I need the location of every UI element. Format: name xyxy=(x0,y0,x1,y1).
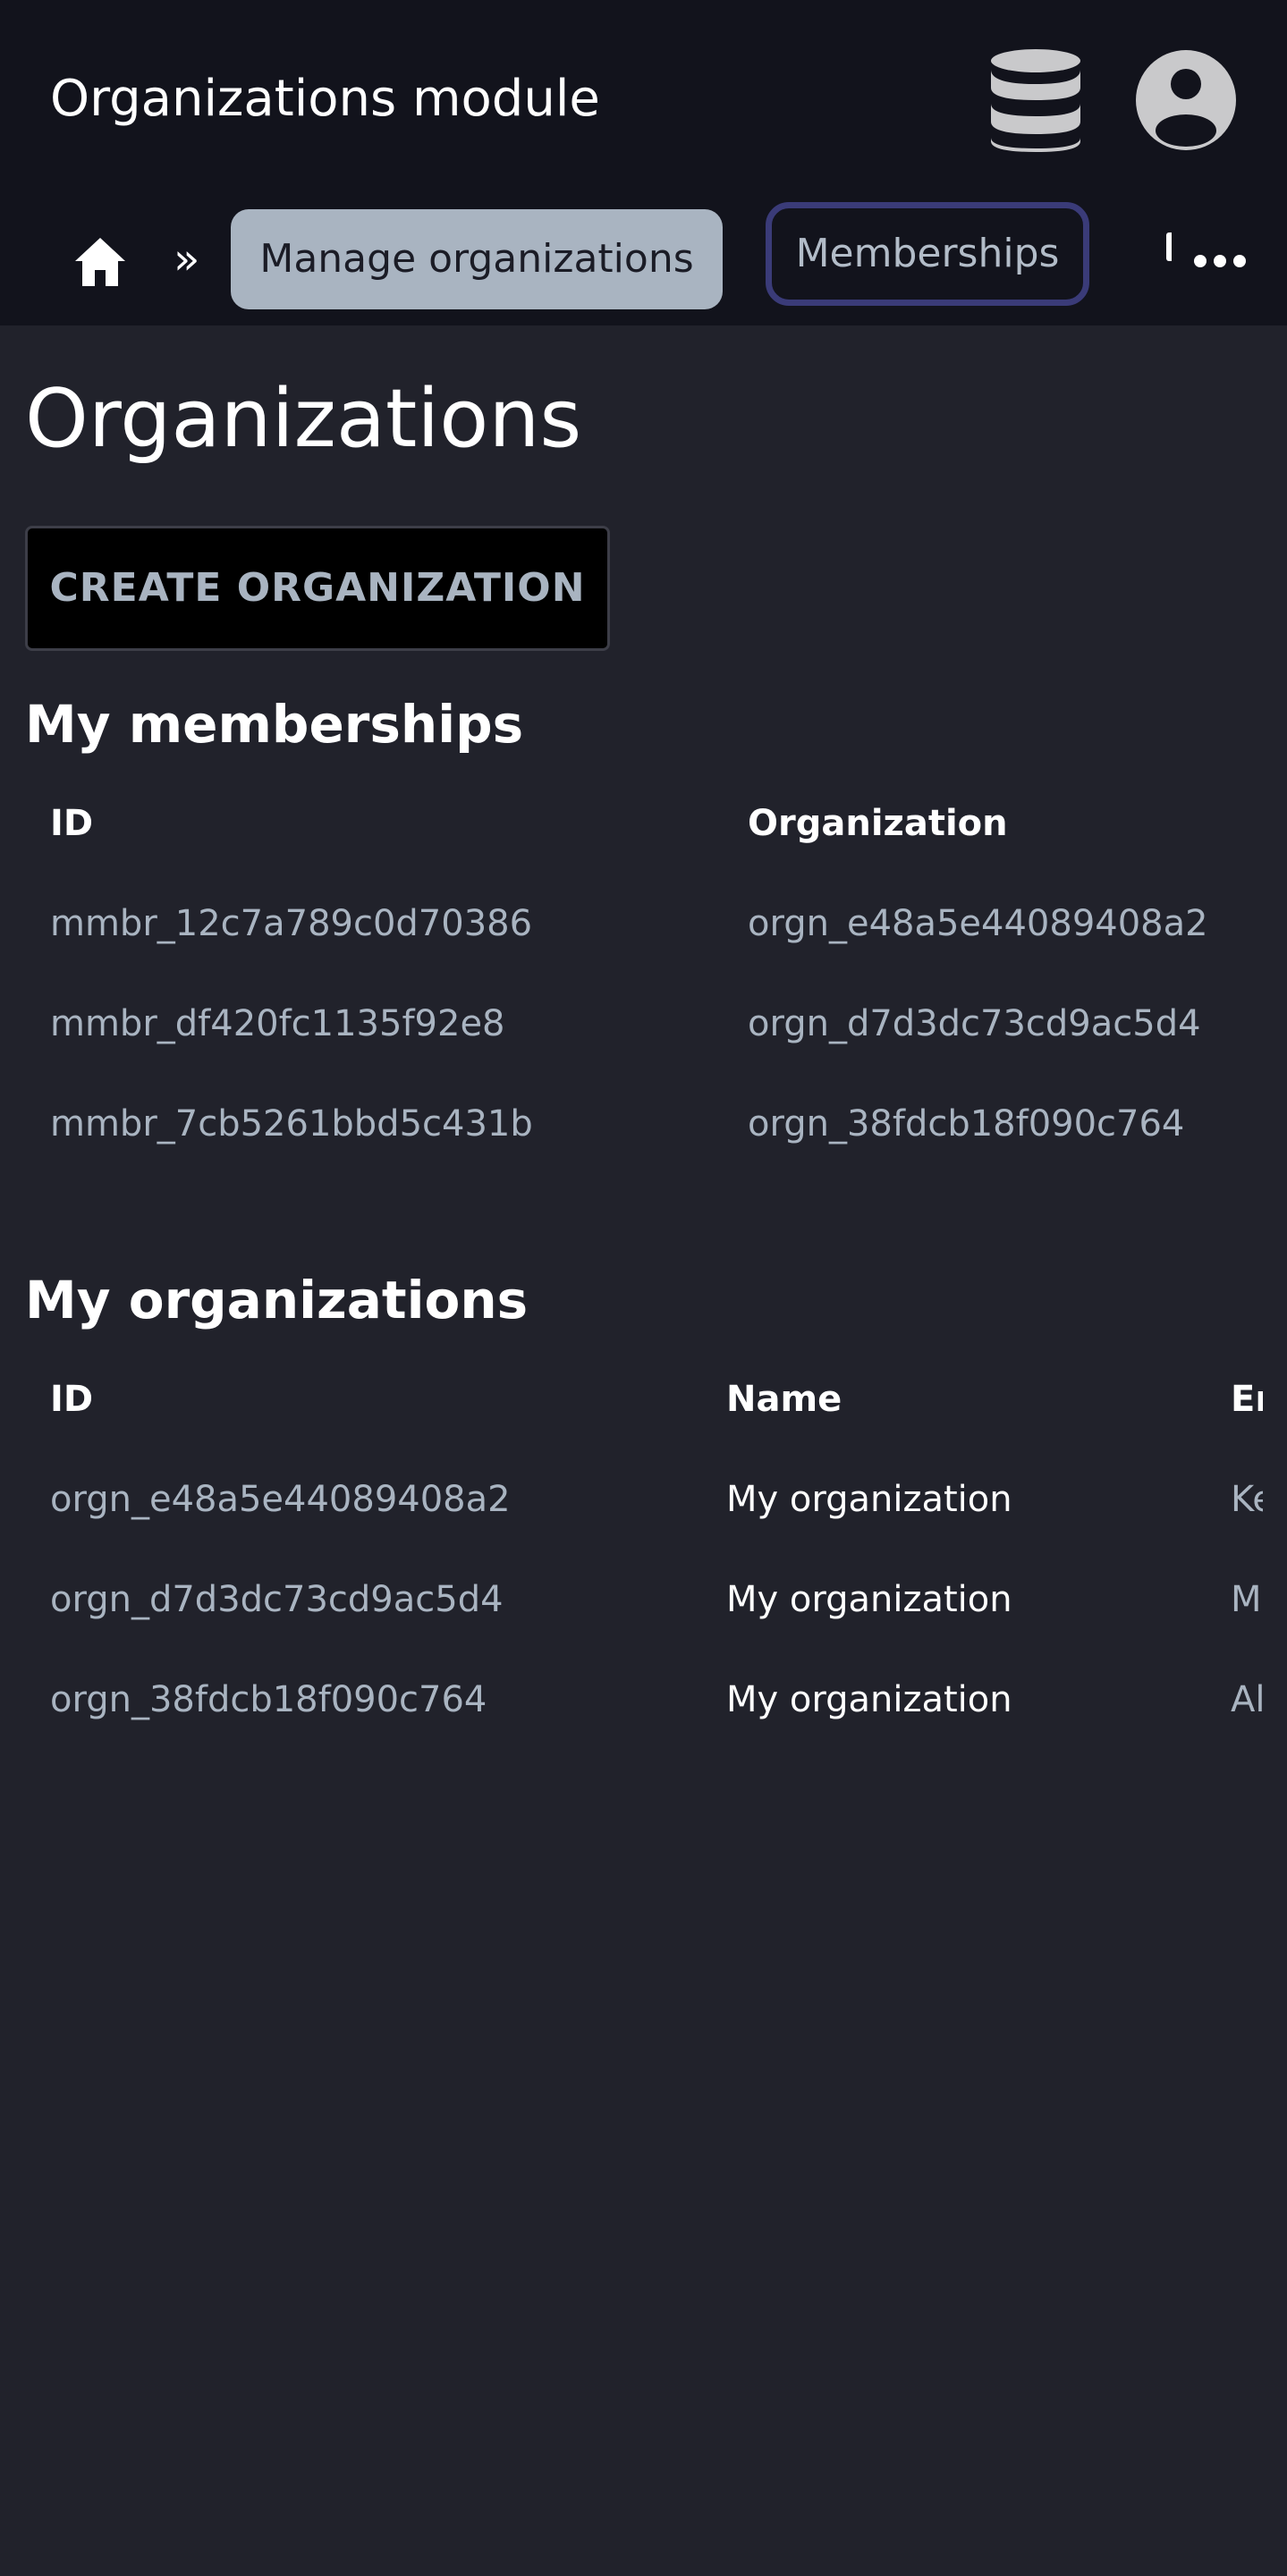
organization-name: My organization xyxy=(726,1479,1012,1520)
database-icon[interactable] xyxy=(989,48,1082,152)
home-icon[interactable] xyxy=(73,236,127,288)
organizations-section-title: My organizations xyxy=(25,1270,529,1330)
organization-email: Al xyxy=(1231,1679,1263,1720)
tab-memberships[interactable]: Memberships xyxy=(766,202,1089,306)
organization-name: My organization xyxy=(726,1679,1012,1720)
membership-organization: orgn_d7d3dc73cd9ac5d4 xyxy=(748,1003,1201,1044)
organization-id: orgn_d7d3dc73cd9ac5d4 xyxy=(50,1579,504,1620)
column-header-id: ID xyxy=(50,1379,94,1420)
account-circle-icon[interactable] xyxy=(1134,48,1238,152)
column-header-email: Email xyxy=(1231,1379,1263,1420)
membership-id: mmbr_7cb5261bbd5c431b xyxy=(50,1103,533,1144)
breadcrumb-separator: » xyxy=(174,234,200,284)
organization-email: M xyxy=(1231,1579,1262,1620)
more-horizontal-icon[interactable] xyxy=(1193,250,1247,272)
page-title: Organizations xyxy=(25,372,582,466)
create-organization-button[interactable]: CREATE ORGANIZATION xyxy=(25,526,610,651)
membership-id: mmbr_df420fc1135f92e8 xyxy=(50,1003,505,1044)
column-header-name: Name xyxy=(726,1379,842,1420)
app-header: Organizations module xyxy=(0,0,1287,197)
column-header-organization: Organization xyxy=(748,803,1008,844)
organization-id: orgn_e48a5e44089408a2 xyxy=(50,1479,511,1520)
organization-name: My organization xyxy=(726,1579,1012,1620)
membership-organization: orgn_38fdcb18f090c764 xyxy=(748,1103,1185,1144)
tab-clipped[interactable] xyxy=(1166,232,1172,261)
memberships-section-title: My memberships xyxy=(25,694,524,755)
app-title: Organizations module xyxy=(50,70,600,128)
organization-id: orgn_38fdcb18f090c764 xyxy=(50,1679,487,1720)
membership-id: mmbr_12c7a789c0d70386 xyxy=(50,903,533,944)
column-header-id: ID xyxy=(50,803,94,844)
tab-manage-organizations[interactable]: Manage organizations xyxy=(231,209,723,309)
breadcrumb: » Manage organizations Memberships xyxy=(0,197,1287,325)
organization-email: Ke xyxy=(1231,1479,1263,1520)
organizations-table: ID Name Email orgn_e48a5e44089408a2 My o… xyxy=(0,1359,1263,1735)
membership-organization: orgn_e48a5e44089408a2 xyxy=(748,903,1208,944)
